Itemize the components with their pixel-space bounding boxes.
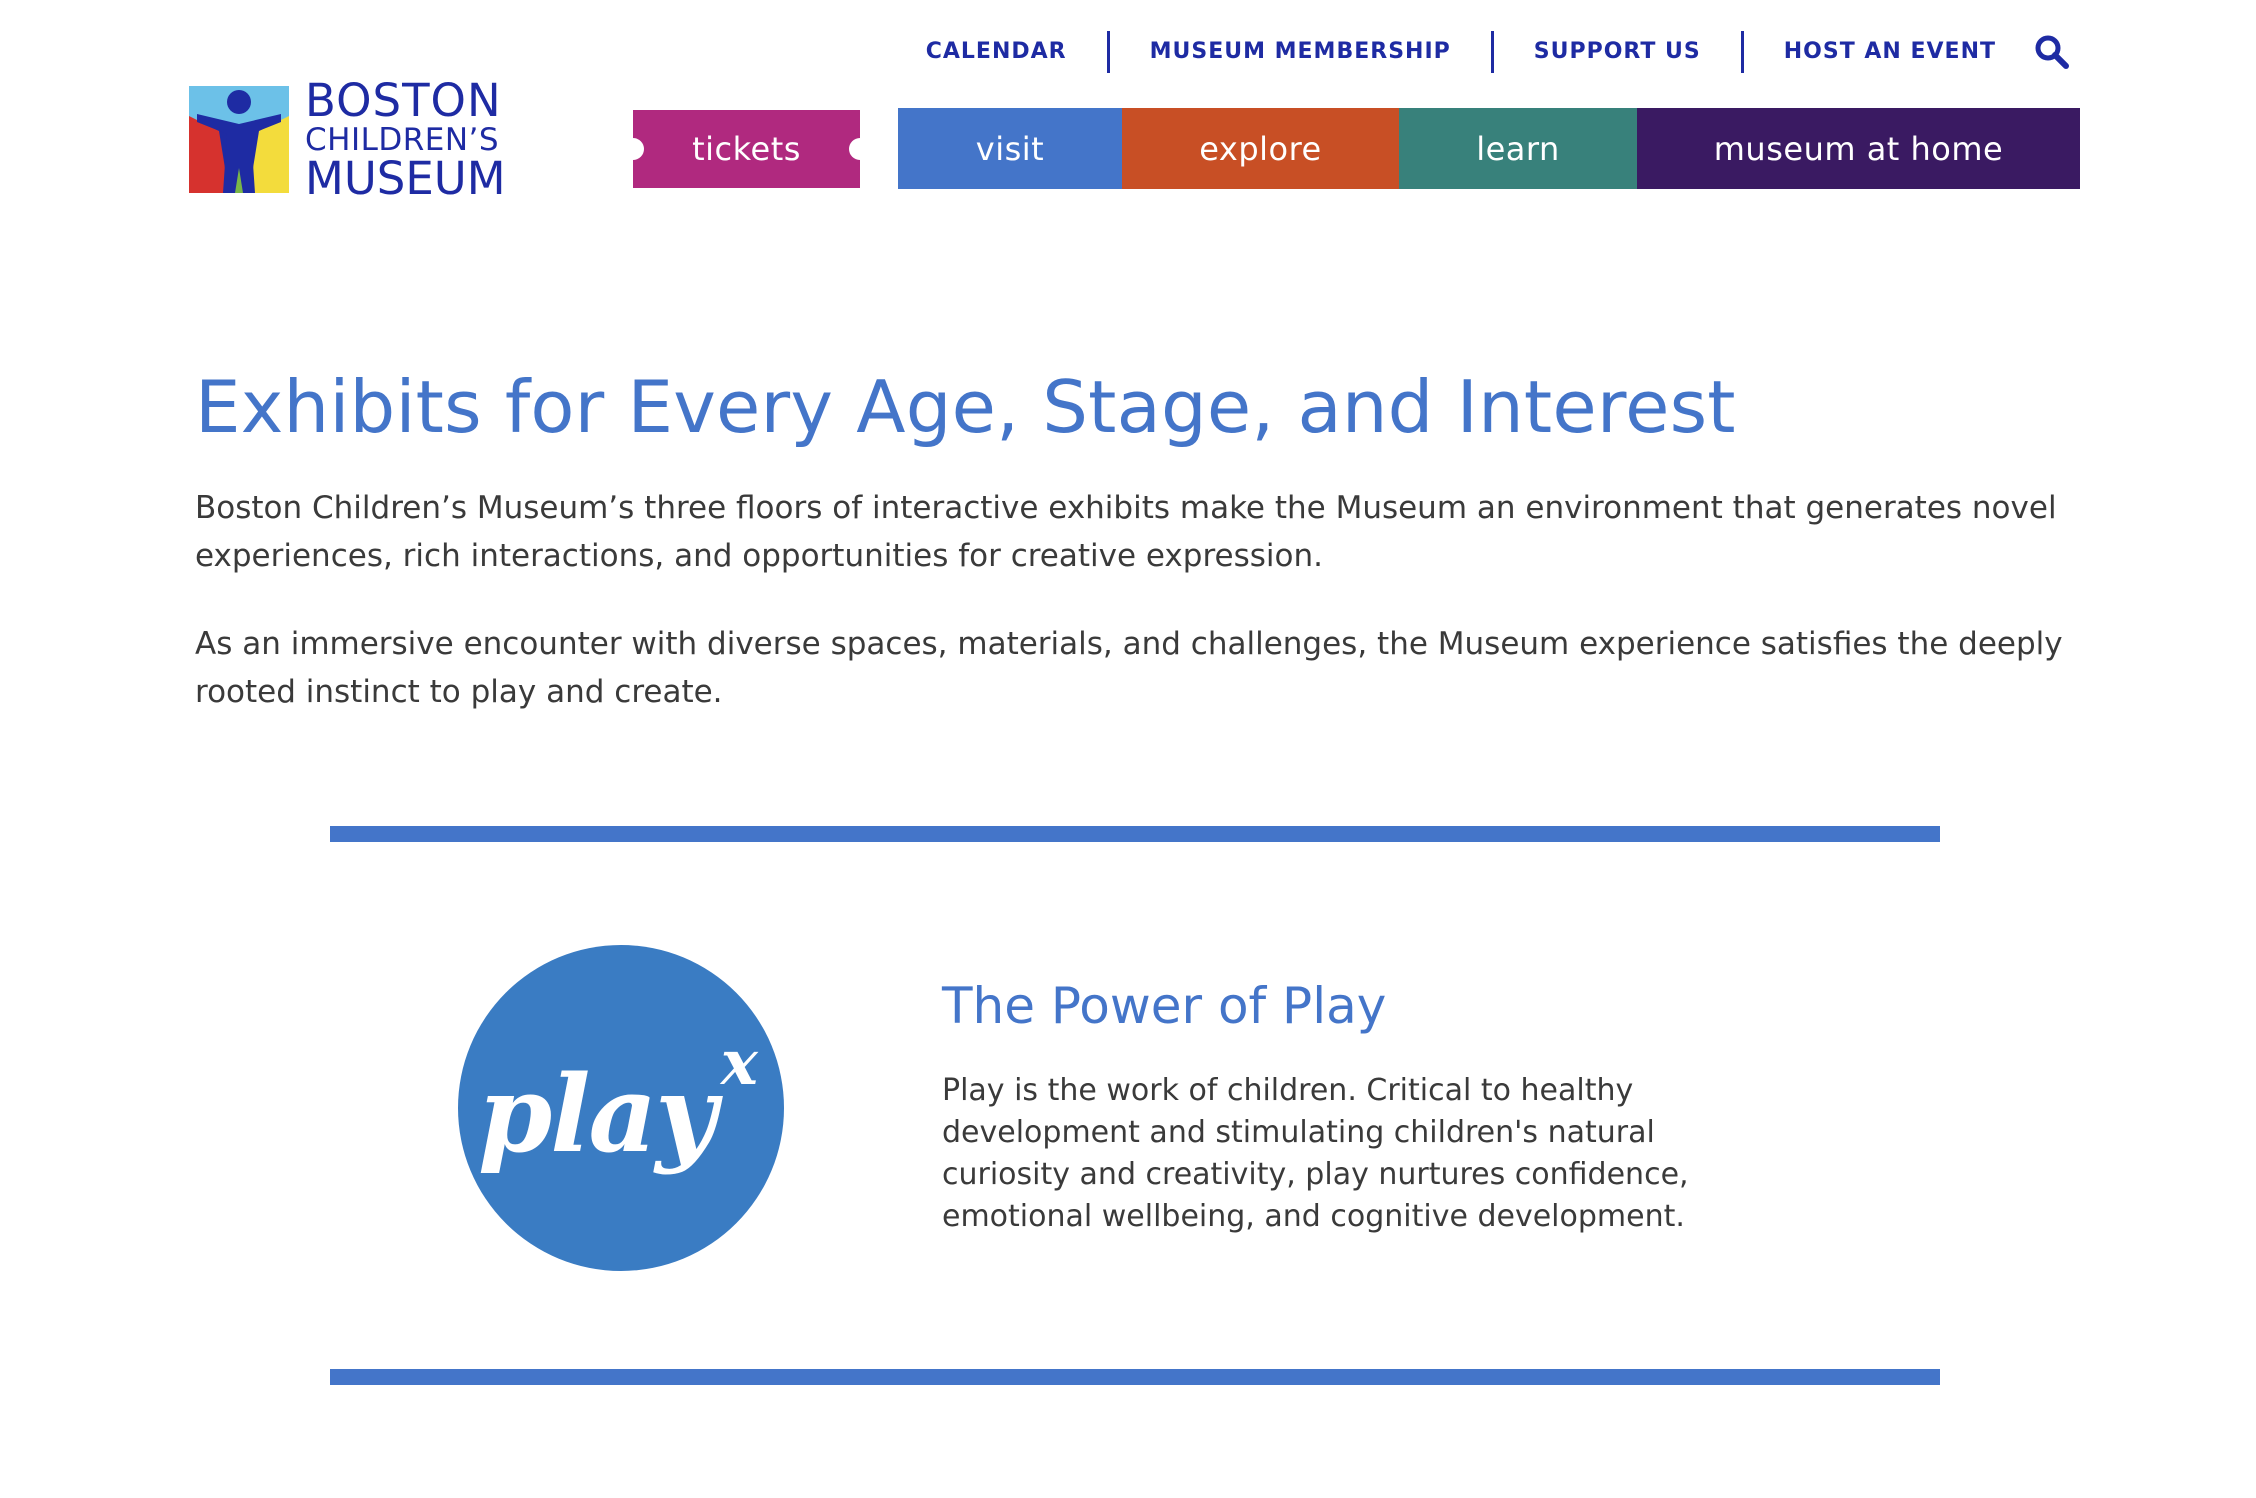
main-nav: tickets visit explore learn museum at ho…	[0, 108, 2256, 189]
nav-explore-label: explore	[1199, 129, 1322, 168]
nav-tickets[interactable]: tickets	[622, 110, 871, 188]
nav-visit-label: visit	[975, 129, 1045, 168]
intro-paragraph-1: Boston Children’s Museum’s three floors …	[195, 490, 2057, 574]
ticket-notch	[849, 138, 871, 160]
nav-museum-at-home[interactable]: museum at home	[1637, 108, 2080, 189]
feature-description: Play is the work of children. Critical t…	[942, 1073, 1689, 1234]
nav-museum-at-home-label: museum at home	[1713, 129, 2004, 168]
feature-title: The Power of Play	[942, 977, 1387, 1035]
section-divider-top	[330, 826, 1940, 842]
museum-membership-link[interactable]: MUSEUM MEMBERSHIP	[1110, 30, 1491, 74]
support-us-link[interactable]: SUPPORT US	[1494, 30, 1741, 74]
ticket-notch	[622, 138, 644, 160]
utility-nav: CALENDAR MUSEUM MEMBERSHIP SUPPORT US HO…	[886, 30, 2074, 74]
nav-explore[interactable]: explore	[1122, 108, 1399, 189]
page: BOSTON CHILDREN’S MUSEUM CALENDAR MUSEUM…	[0, 0, 2256, 1498]
section-divider-bottom	[330, 1369, 1940, 1385]
search-button[interactable]	[2030, 30, 2074, 74]
nav-visit[interactable]: visit	[898, 108, 1122, 189]
page-title: Exhibits for Every Age, Stage, and Inter…	[195, 365, 1736, 449]
nav-learn-label: learn	[1476, 129, 1560, 168]
playx-logo-word: play	[478, 1050, 717, 1176]
calendar-link[interactable]: CALENDAR	[886, 30, 1107, 74]
intro-paragraph-2: As an immersive encounter with diverse s…	[195, 626, 2063, 710]
nav-learn[interactable]: learn	[1399, 108, 1637, 189]
host-an-event-link[interactable]: HOST AN EVENT	[1744, 30, 2020, 74]
search-icon	[2035, 35, 2069, 69]
nav-tickets-label: tickets	[692, 130, 801, 168]
playx-logo-superscript: x	[720, 1025, 758, 1099]
playx-logo: play x	[458, 945, 784, 1271]
